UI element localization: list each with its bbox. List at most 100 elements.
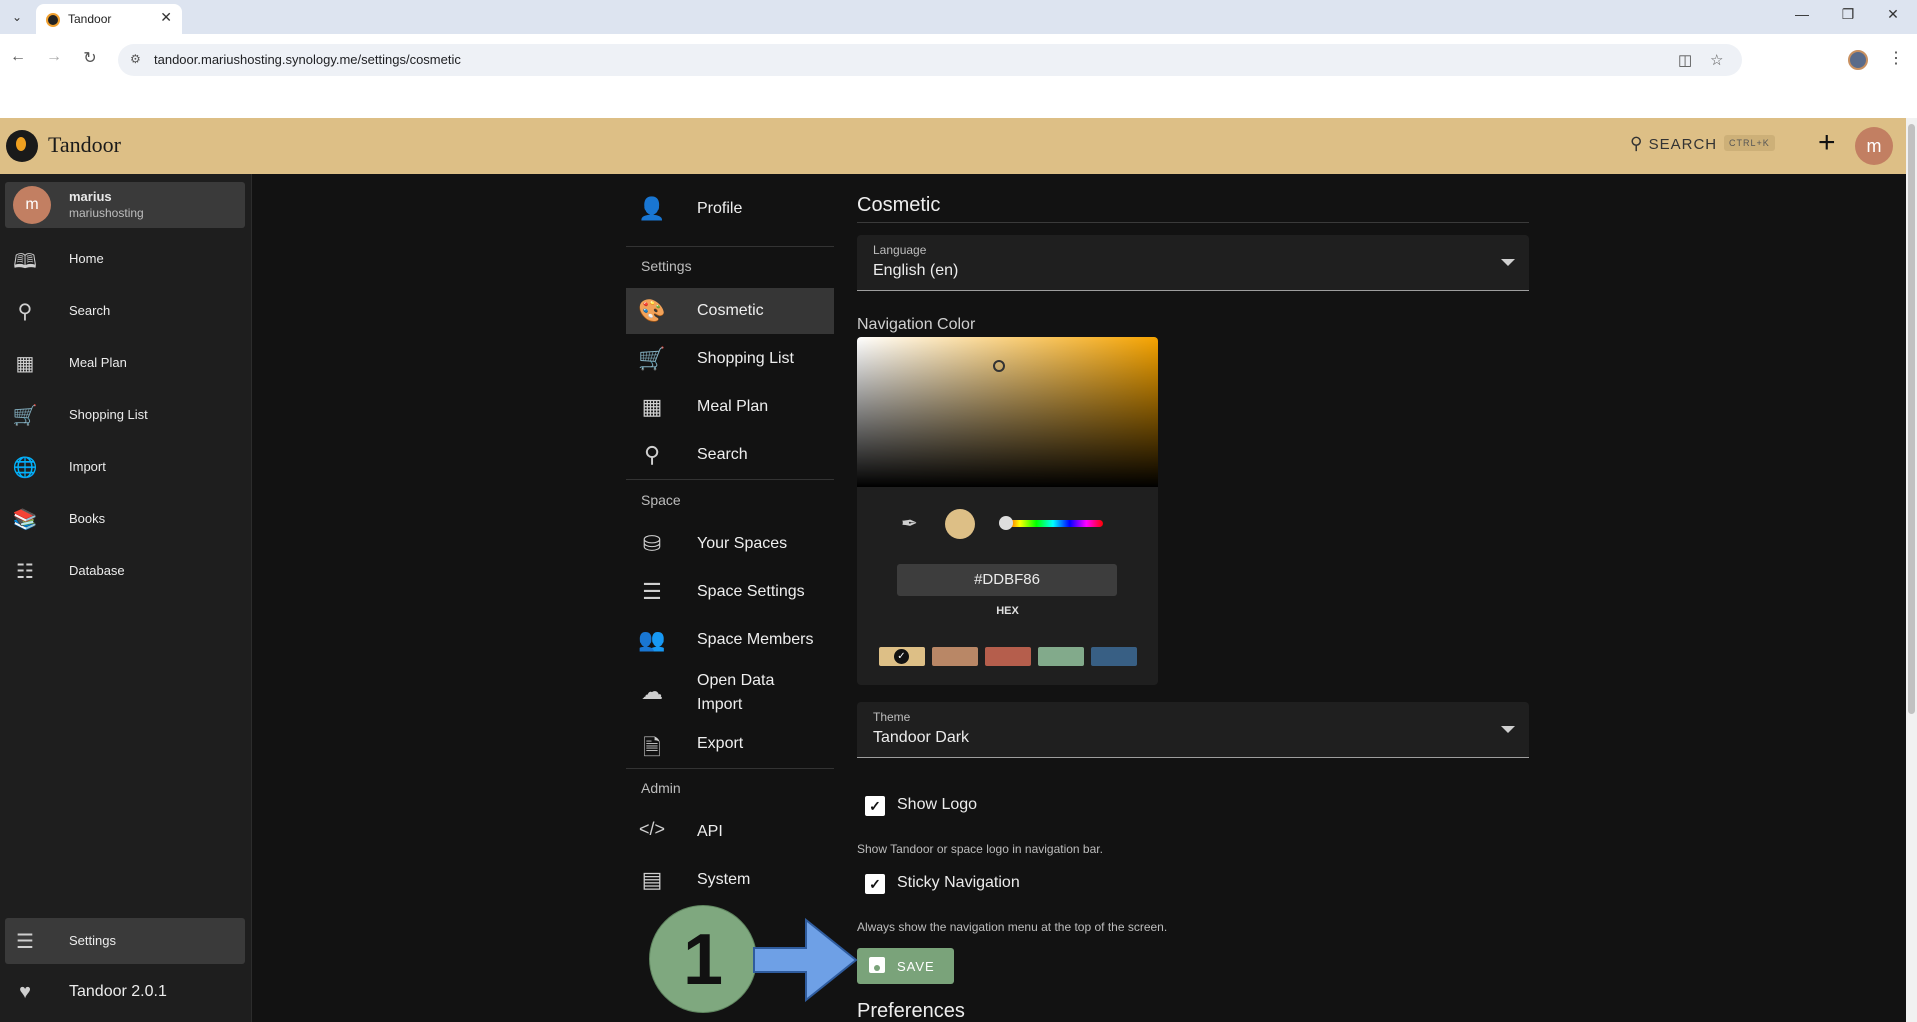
settings-item-label: API [697,823,723,840]
hex-input[interactable]: #DDBF86 [897,564,1117,596]
browser-tab-strip: ⌄ Tandoor ✕ — ❐ ✕ [0,0,1917,34]
url-bar[interactable]: ⚙ tandoor.mariushosting.synology.me/sett… [118,44,1742,76]
sticky-navigation-hint: Always show the navigation menu at the t… [857,920,1168,934]
preferences-heading: Preferences [857,1000,965,1022]
color-cursor[interactable] [993,360,1005,372]
back-icon[interactable]: ← [6,48,30,66]
language-label: Language [873,243,927,257]
close-tab-icon[interactable]: ✕ [160,9,172,26]
language-select[interactable]: Language English (en) [857,235,1529,291]
chevron-down-icon [1501,259,1515,266]
forward-icon[interactable]: → [42,48,66,66]
divider [626,246,834,247]
book-icon: 🕮 [13,251,37,273]
url-text[interactable]: tandoor.mariushosting.synology.me/settin… [154,52,461,67]
settings-item-space-settings[interactable]: ☰ Space Settings [626,569,834,615]
settings-item-profile[interactable]: 👤 Profile [626,186,834,232]
drawer-item-label: Tandoor 2.0.1 [69,983,167,1000]
globe-icon: 🌐 [12,457,38,479]
drawer-item-settings[interactable]: ☰ Settings [5,918,245,964]
settings-item-label: Space Settings [697,583,805,600]
header-search-label: SEARCH [1648,136,1718,153]
show-logo-hint: Show Tandoor or space logo in navigation… [857,842,1103,856]
drawer-item-search[interactable]: ⚲ Search [5,288,245,334]
header-search-button[interactable]: ⚲ SEARCH [1630,134,1717,154]
preset-color-swatch[interactable] [985,647,1031,666]
bookmark-star-icon[interactable]: ☆ [1710,51,1723,69]
hex-mode-label[interactable]: HEX [857,605,1158,617]
current-color-swatch [945,509,975,539]
drawer-item-books[interactable]: 📚 Books [5,496,245,542]
settings-item-system[interactable]: ▤ System [626,857,834,903]
restore-icon[interactable]: ❐ [1833,6,1863,23]
saturation-value-canvas[interactable] [857,337,1158,487]
calendar-icon: ▦ [15,353,35,375]
show-logo-checkbox[interactable]: ✓ [865,796,885,816]
sticky-navigation-label[interactable]: Sticky Navigation [897,874,1020,892]
person-icon: 👤 [638,196,666,221]
drawer-item-import[interactable]: 🌐 Import [5,444,245,490]
settings-item-space-members[interactable]: 👥 Space Members [626,617,834,663]
step-number-badge: 1 [649,905,757,1013]
search-shortcut-badge: CTRL+K [1724,135,1775,151]
browser-menu-icon[interactable]: ⋮ [1888,48,1904,68]
settings-item-meal-plan[interactable]: ▦ Meal Plan [626,384,834,430]
settings-item-label: Export [697,735,744,752]
theme-select[interactable]: Theme Tandoor Dark [857,702,1529,758]
preset-color-swatch[interactable]: ✓ [879,647,925,666]
drawer-item-home[interactable]: 🕮 Home [5,236,245,282]
user-avatar[interactable]: m [1855,127,1893,165]
hue-slider-thumb[interactable] [999,516,1013,530]
calendar-icon: ▦ [641,394,663,419]
settings-item-label: Profile [697,200,743,217]
drawer-item-shopping-list[interactable]: 🛒 Shopping List [5,392,245,438]
settings-item-shopping-list[interactable]: 🛒 Shopping List [626,336,834,382]
hue-slider[interactable] [1003,520,1103,527]
browser-profile-avatar[interactable] [1848,50,1868,70]
install-app-icon[interactable]: ◫ [1678,51,1692,69]
close-window-icon[interactable]: ✕ [1878,6,1908,23]
save-button[interactable]: SAVE [857,948,954,984]
app-name[interactable]: Tandoor [48,132,121,158]
page-title: Cosmetic [857,194,941,216]
preset-color-swatch[interactable] [1038,647,1084,666]
divider [857,222,1529,223]
cloud-download-icon: ☁ [641,679,663,704]
settings-item-label: Meal Plan [697,398,769,415]
address-bar-area: ← → ↻ ⚙ tandoor.mariushosting.synology.m… [0,34,1917,118]
sticky-navigation-checkbox[interactable]: ✓ [865,874,885,894]
palette-icon: 🎨 [638,298,666,323]
tab-list-chevron-icon[interactable]: ⌄ [6,7,28,27]
show-logo-label[interactable]: Show Logo [897,796,977,814]
user-card[interactable]: m marius mariushosting [5,182,245,228]
page-scrollbar[interactable] [1906,118,1917,1022]
heart-icon: ♥ [19,981,31,1003]
drawer-item-database[interactable]: ☷ Database [5,548,245,594]
theme-label: Theme [873,710,911,724]
settings-item-cosmetic[interactable]: 🎨 Cosmetic [626,288,834,334]
settings-item-api[interactable]: </> API [626,809,834,855]
drawer-item-version[interactable]: ♥ Tandoor 2.0.1 [5,970,245,1016]
settings-item-your-spaces[interactable]: ⛁ Your Spaces [626,521,834,567]
settings-item-open-data-import[interactable]: ☁ Open Data Import [626,665,834,719]
preset-color-swatch[interactable] [1091,647,1137,666]
settings-item-search[interactable]: ⚲ Search [626,432,834,478]
tandoor-favicon-icon [46,13,60,27]
settings-item-export[interactable]: 🗎 Export [626,721,834,767]
scrollbar-thumb[interactable] [1908,124,1915,714]
browser-tab[interactable]: Tandoor ✕ [36,4,182,34]
minimize-icon[interactable]: — [1787,6,1817,22]
cart-icon: 🛒 [638,346,666,371]
tandoor-logo[interactable] [6,130,38,162]
search-icon: ⚲ [1630,134,1644,153]
reload-icon[interactable]: ↻ [78,48,102,68]
site-info-icon[interactable]: ⚙ [130,52,141,66]
eyedropper-icon[interactable]: ✒ [901,511,918,536]
add-icon[interactable]: + [1818,126,1836,160]
drawer-item-meal-plan[interactable]: ▦ Meal Plan [5,340,245,386]
space-section-heading: Space [641,492,681,508]
avatar: m [13,186,51,224]
settings-item-label: System [697,871,751,888]
app-navbar: Tandoor ⚲ SEARCH CTRL+K + m [0,118,1906,174]
preset-color-swatch[interactable] [932,647,978,666]
